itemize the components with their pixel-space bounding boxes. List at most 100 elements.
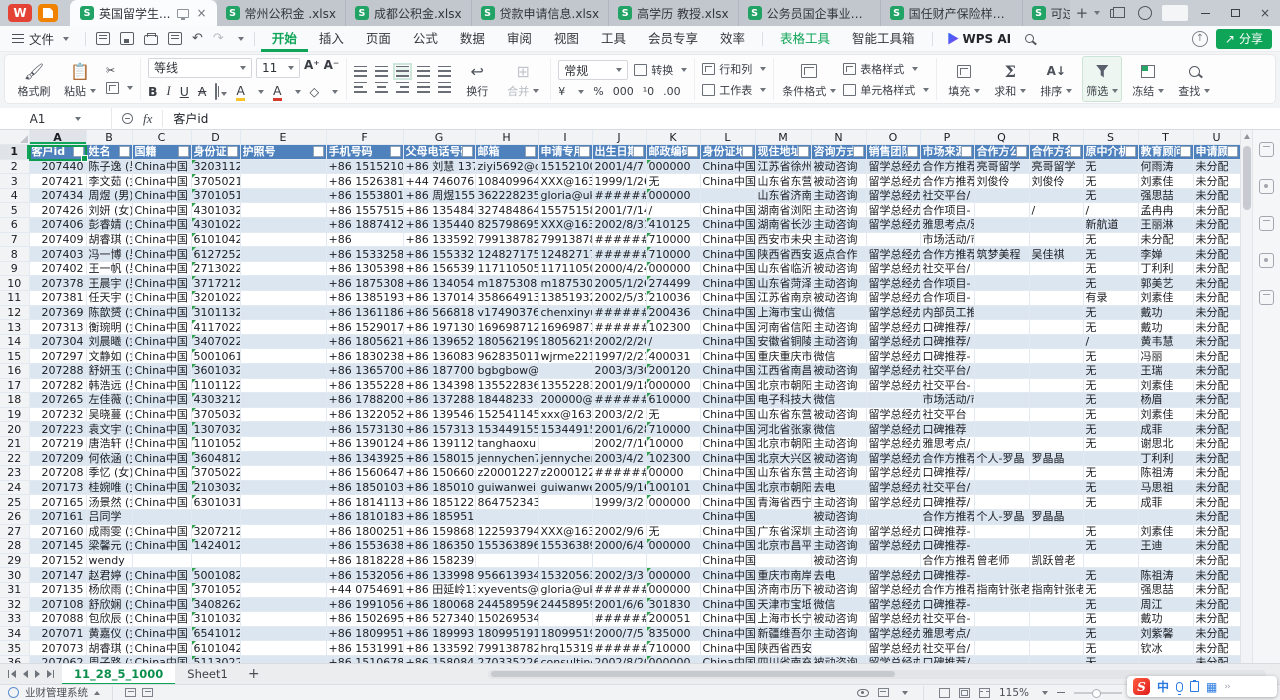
- horizontal-scroll-thumb[interactable]: [491, 671, 896, 677]
- cell-H8[interactable]: 124827175: [475, 247, 538, 262]
- cell-U35[interactable]: 未分配: [1193, 641, 1240, 656]
- cell-I2[interactable]: 151521001: [538, 159, 592, 174]
- cell-K27[interactable]: 无: [646, 524, 700, 539]
- cell-E36[interactable]: [240, 655, 326, 663]
- cell-P23[interactable]: 口碑推荐/: [920, 466, 974, 481]
- decrease-font-icon[interactable]: A⁻: [324, 58, 340, 78]
- filter-dropdown-icon[interactable]: [390, 146, 401, 157]
- cell-J4[interactable]: ########: [592, 188, 646, 203]
- cell-Q10[interactable]: [974, 276, 1029, 291]
- cell-J20[interactable]: 2001/6/28: [592, 422, 646, 437]
- cell-J30[interactable]: 2002/3/3: [592, 568, 646, 583]
- cell-T32[interactable]: 周江: [1138, 597, 1193, 612]
- cell-S33[interactable]: 无: [1083, 612, 1138, 627]
- cell-U16[interactable]: 未分配: [1193, 364, 1240, 379]
- cell-C10[interactable]: China中国: [132, 276, 191, 291]
- cell-Q32[interactable]: [974, 597, 1029, 612]
- cell-E14[interactable]: [240, 334, 326, 349]
- cell-U3[interactable]: 未分配: [1193, 174, 1240, 189]
- cell-L26[interactable]: China中国: [700, 509, 755, 524]
- cell-R2[interactable]: 亮哥留学: [1029, 159, 1083, 174]
- cell-Q15[interactable]: [974, 349, 1029, 364]
- cell-N20[interactable]: 微信: [811, 422, 866, 437]
- file-menu[interactable]: 文件: [0, 29, 79, 48]
- cell-T19[interactable]: 刘素佳: [1138, 407, 1193, 422]
- header-cell-F1[interactable]: 手机号码: [326, 145, 403, 160]
- row-header-31[interactable]: 31: [0, 582, 29, 597]
- cell-G19[interactable]: +86 1395468251: [403, 407, 475, 422]
- cell-H15[interactable]: 962835011: [475, 349, 538, 364]
- cell-T28[interactable]: 王迪: [1138, 539, 1193, 554]
- cell-O5[interactable]: 留学总经办: [866, 203, 920, 218]
- cell-P28[interactable]: 口碑推荐-: [920, 539, 974, 554]
- cell-C19[interactable]: China中国: [132, 407, 191, 422]
- ime-keyboard-icon[interactable]: ▦: [1206, 681, 1217, 693]
- column-header-E[interactable]: E: [240, 130, 326, 145]
- cell-F2[interactable]: +86 15152100: [326, 159, 403, 174]
- cell-D33[interactable]: 310103200212255069: [191, 612, 240, 627]
- cell-A8[interactable]: 207403: [29, 247, 86, 262]
- cell-C26[interactable]: [132, 509, 191, 524]
- cell-H11[interactable]: 358664913: [475, 291, 538, 306]
- cell-F30[interactable]: +86 15320563: [326, 568, 403, 583]
- cell-U32[interactable]: 未分配: [1193, 597, 1240, 612]
- minimize-button[interactable]: [1190, 0, 1220, 26]
- header-cell-H1[interactable]: 邮箱: [475, 145, 538, 160]
- cell-H22[interactable]: jennychen7: [475, 451, 538, 466]
- cell-J14[interactable]: 2002/2/20: [592, 334, 646, 349]
- cell-D25[interactable]: 630103199903020823: [191, 495, 240, 510]
- cell-E26[interactable]: [240, 509, 326, 524]
- cell-N22[interactable]: 被动咨询: [811, 451, 866, 466]
- cell-D35[interactable]: 610104200212213421: [191, 641, 240, 656]
- cell-I35[interactable]: hrq153199: [538, 641, 592, 656]
- row-header-26[interactable]: 26: [0, 509, 29, 524]
- find-button[interactable]: 查找: [1174, 56, 1214, 102]
- cell-Q21[interactable]: [974, 436, 1029, 451]
- cell-I17[interactable]: 135522836: [538, 378, 592, 393]
- cell-N23[interactable]: 主动咨询: [811, 466, 866, 481]
- cell-J13[interactable]: ########: [592, 320, 646, 335]
- cell-T21[interactable]: 谢思北: [1138, 436, 1193, 451]
- cell-B16[interactable]: 舒妍玉 (女: [86, 364, 132, 379]
- cell-C14[interactable]: China中国: [132, 334, 191, 349]
- cell-E8[interactable]: [240, 247, 326, 262]
- cell-P16[interactable]: 社交平台/: [920, 364, 974, 379]
- cell-M16[interactable]: 江西省南昌: [755, 364, 811, 379]
- search-icon[interactable]: [1025, 34, 1034, 43]
- cell-O16[interactable]: 留学总经办: [866, 364, 920, 379]
- cell-K17[interactable]: 000000: [646, 378, 700, 393]
- filter-dropdown-icon[interactable]: [907, 146, 918, 157]
- file-tab-7[interactable]: S国任财产保险样本.x: [881, 0, 1023, 26]
- cell-O7[interactable]: [866, 232, 920, 247]
- cell-O21[interactable]: 留学总经办: [866, 436, 920, 451]
- cell-I12[interactable]: chenxinyur: [538, 305, 592, 320]
- cell-E29[interactable]: [240, 553, 326, 568]
- cell-G22[interactable]: +86 1580156591: [403, 451, 475, 466]
- row-header-25[interactable]: 25: [0, 495, 29, 510]
- cell-Q14[interactable]: [974, 334, 1029, 349]
- cell-K32[interactable]: 301830: [646, 597, 700, 612]
- header-cell-S1[interactable]: 原中介机: [1083, 145, 1138, 160]
- filter-dropdown-icon[interactable]: [462, 146, 473, 157]
- cell-M6[interactable]: 湖南省长沙: [755, 218, 811, 233]
- distribute-icon[interactable]: [438, 82, 451, 93]
- cell-T31[interactable]: 强思喆: [1138, 582, 1193, 597]
- cell-G32[interactable]: +86 1800682663: [403, 597, 475, 612]
- cell-S16[interactable]: 无: [1083, 364, 1138, 379]
- cell-G13[interactable]: +86 1971300890: [403, 320, 475, 335]
- cell-D16[interactable]: 360103200303300725: [191, 364, 240, 379]
- row-header-21[interactable]: 21: [0, 436, 29, 451]
- cell-L11[interactable]: China中国: [700, 291, 755, 306]
- collapse-icon[interactable]: [94, 691, 100, 695]
- align-right-icon[interactable]: [396, 82, 409, 93]
- filter-button[interactable]: 筛选: [1082, 56, 1122, 102]
- cell-J9[interactable]: 2000/4/24: [592, 261, 646, 276]
- cell-C16[interactable]: China中国: [132, 364, 191, 379]
- cell-A25[interactable]: 207165: [29, 495, 86, 510]
- row-header-33[interactable]: 33: [0, 612, 29, 627]
- cell-H32[interactable]: 244589596: [475, 597, 538, 612]
- header-cell-K1[interactable]: 邮政编码: [646, 145, 700, 160]
- ime-chinese-mode-icon[interactable]: 中: [1157, 681, 1169, 693]
- cell-F6[interactable]: +86 18874129: [326, 218, 403, 233]
- cell-J21[interactable]: 2002/7/16: [592, 436, 646, 451]
